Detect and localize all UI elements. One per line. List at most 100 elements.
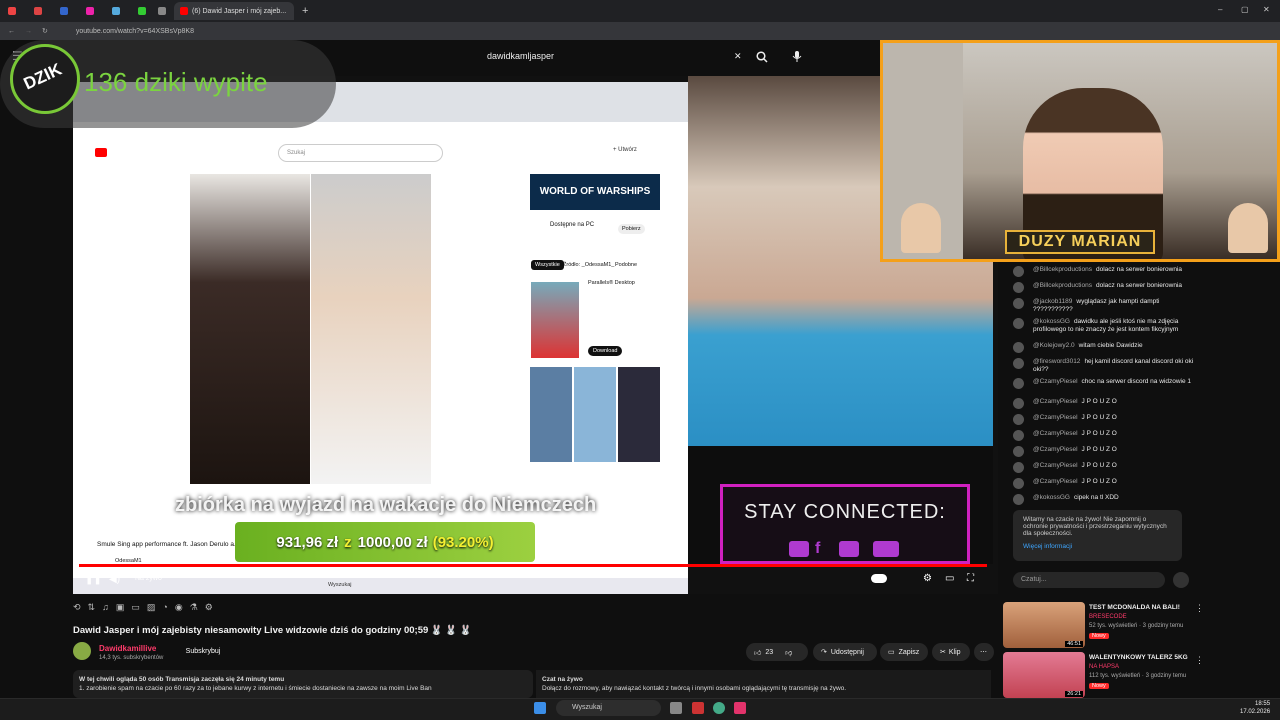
address-bar[interactable]: ← → ↻ youtube.com/watch?v=64XSBsVp8K8 [0, 22, 1280, 40]
clear-search-icon[interactable]: ✕ [734, 51, 742, 62]
maximize-button[interactable]: ▢ [1241, 5, 1249, 14]
chat-input[interactable]: Czatuj... [1013, 572, 1165, 588]
back-icon[interactable]: ← [8, 28, 15, 35]
chat-message[interactable]: @CzamyPiesel choc na serwer discord na wi… [1013, 378, 1195, 389]
autoplay-toggle[interactable] [871, 574, 887, 583]
tiktok-icon[interactable] [734, 702, 746, 714]
chat-message[interactable]: @Kolejowy2.0 witam ciebie Dawidzie [1013, 342, 1195, 353]
chat-username[interactable]: @CzamyPiesel [1033, 446, 1078, 453]
chat-username[interactable]: @Kolejowy2.0 [1033, 342, 1075, 349]
chat-message[interactable]: @Billcekproductions dolacz na serwer boni… [1013, 282, 1195, 293]
chat-message[interactable]: @CzamyPiesel J P O U Z O [1013, 478, 1195, 489]
chat-message[interactable]: @CzamyPiesel J P O U Z O [1013, 430, 1195, 441]
chat-username[interactable]: @CzamyPiesel [1033, 462, 1078, 469]
chat-username[interactable]: @jackob1189 [1033, 298, 1072, 305]
chat-avatar[interactable] [1013, 414, 1024, 425]
audio-icon[interactable]: ♫ [102, 602, 109, 612]
reload-icon[interactable]: ↻ [42, 27, 48, 35]
chat-message[interactable]: @firesword3012 hej kamil discord kanal di… [1013, 358, 1195, 374]
volume-icon[interactable]: ◀) [109, 574, 120, 585]
tab-favicon-icon[interactable] [138, 7, 146, 15]
chat-avatar[interactable] [1013, 398, 1024, 409]
channel-name[interactable]: Dawidkamillive [99, 644, 156, 653]
close-window-button[interactable]: ✕ [1263, 5, 1270, 14]
settings-gear-icon[interactable]: ⚙ [923, 573, 932, 584]
video-progress-bar[interactable] [79, 564, 987, 567]
tab-active-youtube[interactable]: (6) Dawid Jasper i mój zajeb... [174, 2, 294, 20]
chat-username[interactable]: @Billcekproductions [1033, 266, 1092, 273]
chat-avatar[interactable] [1013, 462, 1024, 473]
windows-start-icon[interactable] [534, 702, 546, 714]
pause-icon[interactable]: ❚❚ [85, 574, 102, 585]
chat-avatar[interactable] [1013, 298, 1024, 309]
channel-avatar[interactable] [73, 642, 91, 660]
screen-icon[interactable]: ▣ [116, 602, 125, 613]
search-input[interactable]: dawidkamljasper [487, 51, 554, 61]
url-text[interactable]: youtube.com/watch?v=64XSBsVp8K8 [76, 28, 194, 35]
image-icon[interactable]: ▨ [147, 602, 156, 613]
chat-message[interactable]: @kokossGG dawidku ale jeśli ktoś nie ma z… [1013, 318, 1195, 334]
forward-icon[interactable]: → [25, 28, 32, 35]
tab-favicon-icon[interactable] [86, 7, 94, 15]
chat-username[interactable]: @CzamyPiesel [1033, 398, 1078, 405]
chat-message[interactable]: @kokossGG cipek na tl XDD [1013, 494, 1195, 505]
recommendation-item[interactable]: 46:51 TEST MCDONALDA NA BALI! BRESECODE … [1003, 602, 1193, 650]
speed-icon[interactable]: ◔ [162, 602, 167, 612]
sort-icon[interactable]: ⇅ [88, 602, 96, 613]
chat-avatar[interactable] [1013, 430, 1024, 441]
chat-avatar[interactable] [1013, 358, 1024, 369]
microphone-icon[interactable] [792, 50, 802, 63]
chat-avatar[interactable] [1013, 342, 1024, 353]
file-explorer-icon[interactable] [670, 702, 682, 714]
save-button[interactable]: ▭ Zapisz [880, 643, 928, 661]
chat-message[interactable]: @CzamyPiesel J P O U Z O [1013, 398, 1195, 409]
chat-username[interactable]: @CzamyPiesel [1033, 414, 1078, 421]
taskbar-search[interactable]: Wyszukaj [556, 700, 661, 716]
recommendation-channel[interactable]: NA HAPSA [1089, 664, 1119, 670]
recommendation-title[interactable]: WALENTYNKOWY TALERZ 5KG [1089, 654, 1188, 661]
miniplayer-icon[interactable]: ▭ [945, 573, 954, 584]
minimize-button[interactable]: – [1218, 5, 1222, 14]
recommendation-menu-icon[interactable]: ⋮ [1195, 603, 1204, 614]
chat-username[interactable]: @firesword3012 [1033, 358, 1080, 365]
chat-avatar[interactable] [1013, 478, 1024, 489]
chat-message[interactable]: @CzamyPiesel J P O U Z O [1013, 446, 1195, 457]
tab-favicon-icon[interactable] [8, 7, 16, 15]
chat-avatar[interactable] [1013, 446, 1024, 457]
taskbar-clock[interactable]: 18:55 17.02.2026 [1240, 700, 1270, 716]
tab-favicon-icon[interactable] [60, 7, 68, 15]
recommendation-channel[interactable]: BRESECODE [1089, 614, 1127, 620]
new-tab-button[interactable]: + [302, 5, 308, 17]
chat-send-icon[interactable] [1173, 572, 1189, 588]
camera-icon[interactable]: ◉ [175, 602, 183, 613]
live-badge[interactable]: Na żywo [135, 575, 162, 582]
chat-username[interactable]: @Billcekproductions [1033, 282, 1092, 289]
recommendation-item[interactable]: 26:21 WALENTYNKOWY TALERZ 5KG NA HAPSA 1… [1003, 652, 1193, 700]
chat-avatar[interactable] [1013, 318, 1024, 329]
search-icon[interactable] [756, 51, 768, 63]
tab-favicon-icon[interactable] [34, 7, 42, 15]
subscribe-button[interactable]: Subskrybuj [178, 644, 228, 660]
lab-icon[interactable]: ⚗ [190, 602, 198, 613]
taskbar-app-icon[interactable] [692, 702, 704, 714]
cinema-icon[interactable]: ▭ [131, 602, 140, 613]
video-description[interactable]: W tej chwili ogląda 50 osób Transmisja z… [73, 670, 533, 698]
chat-username[interactable]: @CzamyPiesel [1033, 378, 1078, 385]
recommendation-title[interactable]: TEST MCDONALDA NA BALI! [1089, 604, 1180, 611]
chat-username[interactable]: @CzamyPiesel [1033, 478, 1078, 485]
chat-avatar[interactable] [1013, 378, 1024, 389]
loop-icon[interactable]: ⟲ [73, 602, 81, 613]
chat-avatar[interactable] [1013, 282, 1024, 293]
chat-more-info-link[interactable]: Więcej informacji [1023, 543, 1172, 550]
share-button[interactable]: ↷ Udostępnij [813, 643, 877, 661]
tab-favicon-icon[interactable] [158, 7, 166, 15]
chat-message[interactable]: @Billcekproductions dolacz na serwer boni… [1013, 266, 1195, 277]
chat-username[interactable]: @CzamyPiesel [1033, 430, 1078, 437]
chat-avatar[interactable] [1013, 266, 1024, 277]
chrome-icon[interactable] [713, 702, 725, 714]
chat-username[interactable]: @kokossGG [1033, 494, 1070, 501]
extension-settings-icon[interactable]: ⚙ [205, 602, 213, 613]
chat-avatar[interactable] [1013, 494, 1024, 505]
chat-message[interactable]: @CzamyPiesel J P O U Z O [1013, 414, 1195, 425]
chat-username[interactable]: @kokossGG [1033, 318, 1070, 325]
